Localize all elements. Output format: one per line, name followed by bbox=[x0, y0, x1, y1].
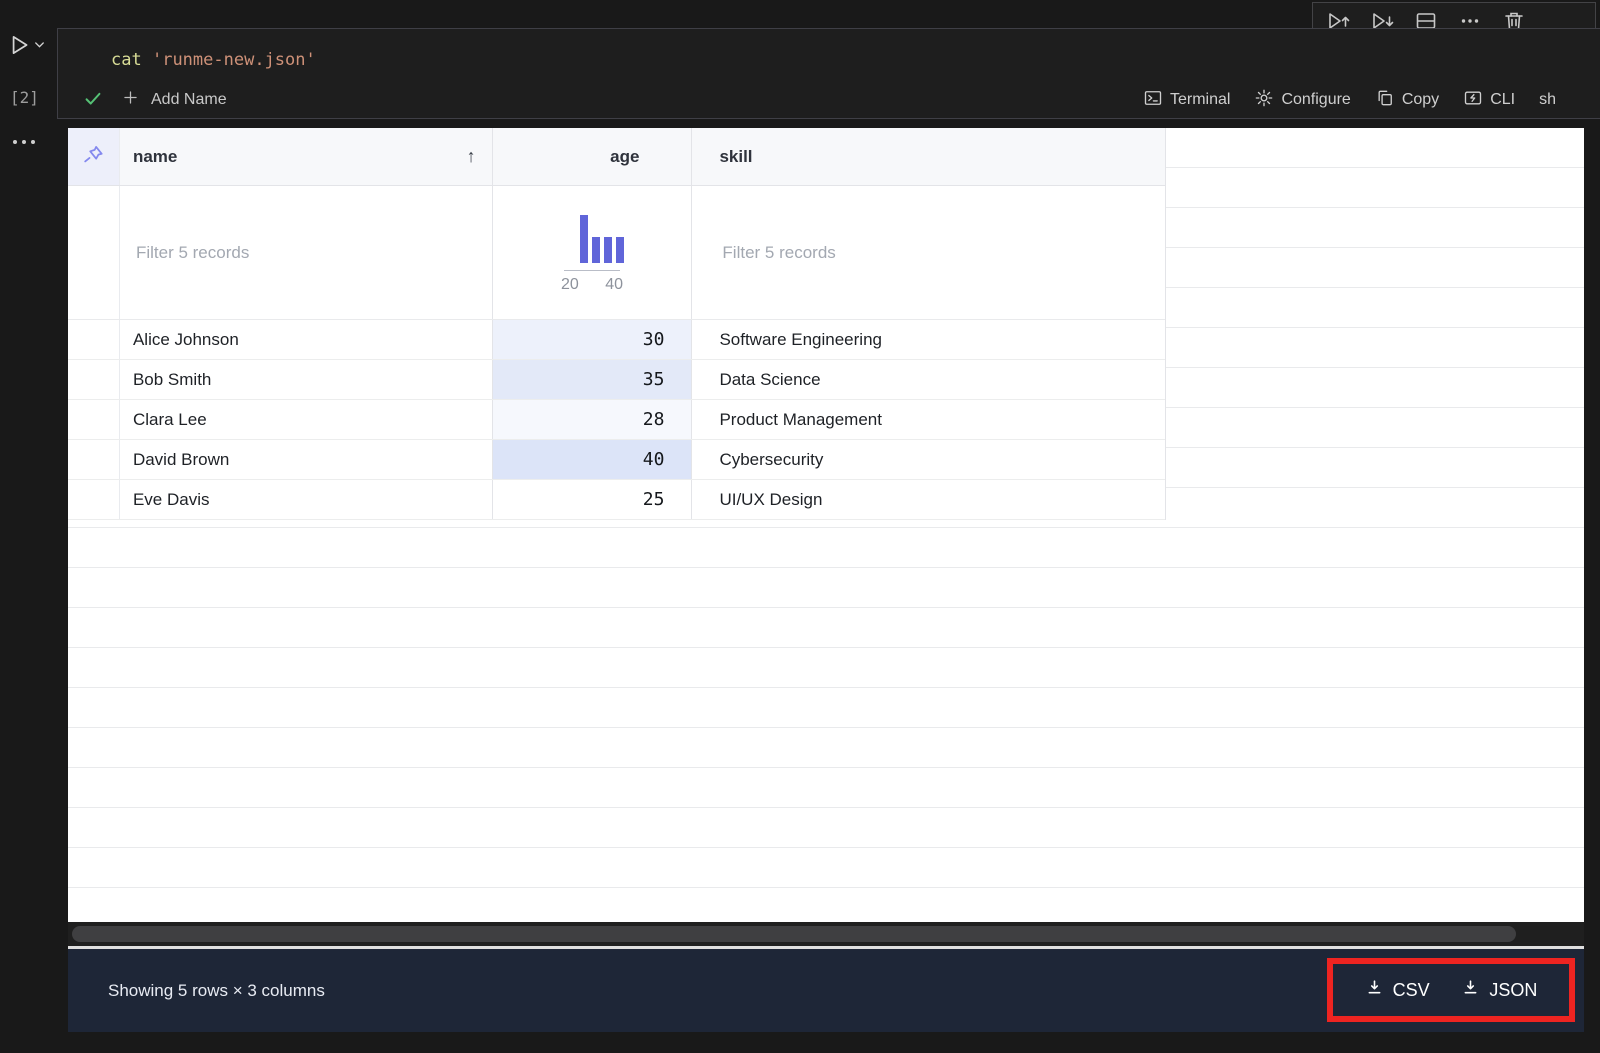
name-cell[interactable]: Bob Smith bbox=[120, 360, 493, 399]
column-header-name[interactable]: name ↑ bbox=[120, 128, 493, 185]
histogram-tick-low: 20 bbox=[561, 276, 579, 293]
age-cell[interactable]: 35 bbox=[492, 360, 693, 399]
play-icon bbox=[6, 32, 32, 63]
pin-column-header[interactable] bbox=[68, 128, 120, 185]
table-row[interactable]: Alice Johnson 30 Software Engineering bbox=[68, 320, 1165, 360]
name-filter-input[interactable]: Filter 5 records bbox=[120, 186, 493, 319]
name-cell[interactable]: David Brown bbox=[120, 440, 493, 479]
table-row[interactable]: Clara Lee 28 Product Management bbox=[68, 400, 1165, 440]
run-cell-button[interactable] bbox=[6, 33, 54, 61]
age-histogram-bars bbox=[574, 211, 625, 263]
pushpin-icon bbox=[79, 140, 107, 172]
age-cell[interactable]: 28 bbox=[492, 400, 693, 439]
export-json-button[interactable]: JSON bbox=[1461, 978, 1537, 1002]
data-grid-output: name ↑ age skill Filter 5 records 20 40 … bbox=[68, 128, 1584, 922]
notebook-cell-page: [2] cat 'runme-new.json' Add Name Termin… bbox=[0, 0, 1600, 1053]
plus-icon bbox=[121, 88, 140, 112]
column-header-skill[interactable]: skill bbox=[692, 128, 1165, 185]
gear-icon bbox=[1254, 88, 1274, 113]
horizontal-scrollbar[interactable] bbox=[68, 922, 1584, 946]
column-header-age[interactable]: age bbox=[493, 128, 693, 185]
copy-icon bbox=[1375, 88, 1395, 113]
row-marker-cell[interactable] bbox=[68, 400, 120, 439]
download-icon bbox=[1461, 978, 1480, 1002]
cli-button[interactable]: CLI bbox=[1463, 88, 1515, 113]
histogram-tick-high: 40 bbox=[605, 276, 624, 293]
skill-filter-input[interactable]: Filter 5 records bbox=[692, 186, 1165, 319]
table-row[interactable]: Bob Smith 35 Data Science bbox=[68, 360, 1165, 400]
skill-cell[interactable]: Product Management bbox=[692, 400, 1165, 439]
age-cell[interactable]: 30 bbox=[492, 320, 693, 359]
terminal-button[interactable]: Terminal bbox=[1143, 88, 1230, 113]
row-marker-cell[interactable] bbox=[68, 360, 120, 399]
code-command: cat bbox=[111, 50, 142, 70]
configure-button[interactable]: Configure bbox=[1254, 88, 1351, 113]
histogram-bar bbox=[616, 237, 625, 263]
skill-cell[interactable]: Software Engineering bbox=[692, 320, 1165, 359]
row-marker-cell[interactable] bbox=[68, 440, 120, 479]
grid-status-bar: Showing 5 rows × 3 columns CSV JSON bbox=[68, 949, 1584, 1032]
age-cell[interactable]: 40 bbox=[492, 440, 693, 479]
terminal-icon bbox=[1143, 88, 1163, 113]
annotation-highlight-box: CSV JSON bbox=[1327, 958, 1575, 1022]
copy-button[interactable]: Copy bbox=[1375, 88, 1439, 113]
code-line[interactable]: cat 'runme-new.json' bbox=[111, 50, 316, 70]
code-cell-editor[interactable]: cat 'runme-new.json' Add Name Terminal C… bbox=[57, 28, 1600, 119]
add-name-button[interactable]: Add Name bbox=[151, 91, 227, 109]
sort-ascending-icon: ↑ bbox=[466, 146, 476, 166]
age-histogram: 20 40 bbox=[560, 211, 625, 294]
histogram-bar bbox=[604, 237, 613, 263]
chevron-down-icon[interactable] bbox=[32, 37, 47, 57]
histogram-axis bbox=[564, 270, 621, 271]
export-csv-button[interactable]: CSV bbox=[1365, 978, 1430, 1002]
code-argument: 'runme-new.json' bbox=[151, 50, 316, 70]
cli-icon bbox=[1463, 88, 1483, 113]
histogram-bar bbox=[580, 215, 589, 263]
age-cell[interactable]: 25 bbox=[492, 480, 693, 519]
name-cell[interactable]: Eve Davis bbox=[120, 480, 493, 519]
grid-header-row: name ↑ age skill bbox=[68, 128, 1165, 186]
name-cell[interactable]: Clara Lee bbox=[120, 400, 493, 439]
grid-filter-row: Filter 5 records 20 40 Filter 5 records bbox=[68, 186, 1165, 320]
table-row[interactable]: Eve Davis 25 UI/UX Design bbox=[68, 480, 1165, 520]
skill-cell[interactable]: Data Science bbox=[692, 360, 1165, 399]
histogram-bar bbox=[592, 237, 601, 263]
row-marker-cell[interactable] bbox=[68, 480, 120, 519]
download-icon bbox=[1365, 978, 1384, 1002]
skill-cell[interactable]: UI/UX Design bbox=[692, 480, 1165, 519]
skill-cell[interactable]: Cybersecurity bbox=[692, 440, 1165, 479]
table-row[interactable]: David Brown 40 Cybersecurity bbox=[68, 440, 1165, 480]
scrollbar-thumb[interactable] bbox=[72, 926, 1516, 942]
success-check-icon bbox=[82, 87, 104, 114]
row-marker-cell[interactable] bbox=[68, 320, 120, 359]
language-indicator[interactable]: sh bbox=[1539, 91, 1556, 109]
execution-count: [2] bbox=[10, 88, 39, 107]
cell-more-actions-icon[interactable] bbox=[13, 140, 35, 144]
grid-body: Alice Johnson 30 Software Engineering Bob S… bbox=[68, 320, 1165, 520]
row-column-summary: Showing 5 rows × 3 columns bbox=[108, 980, 325, 1000]
age-filter-cell[interactable]: 20 40 bbox=[493, 186, 693, 319]
name-cell[interactable]: Alice Johnson bbox=[120, 320, 493, 359]
